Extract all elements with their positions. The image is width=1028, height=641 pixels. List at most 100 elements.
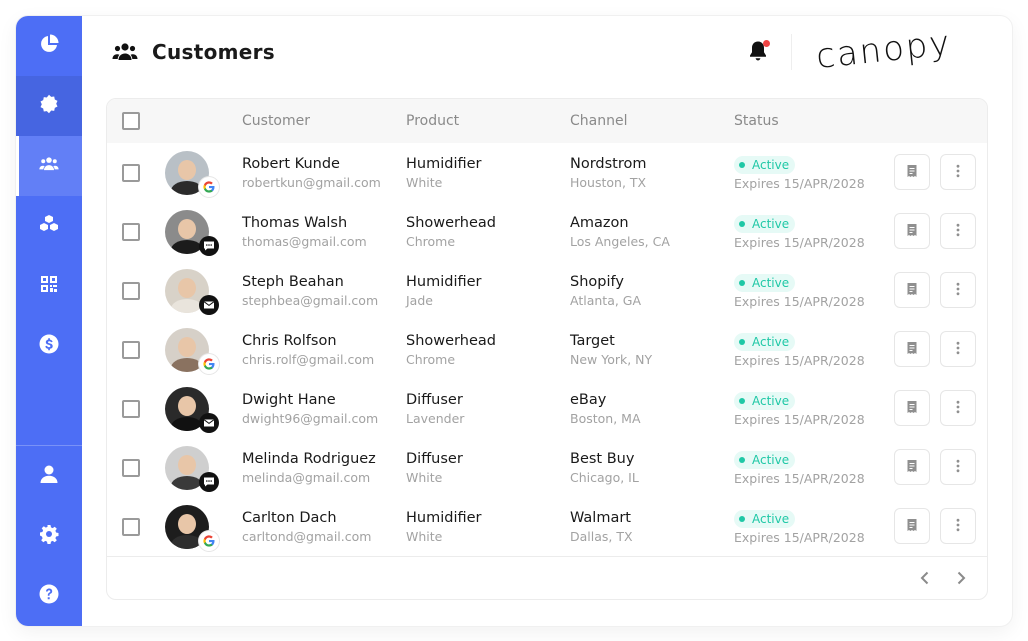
channel-location: Boston, MA (570, 410, 641, 426)
customer-name[interactable]: Thomas Walsh (242, 213, 406, 233)
more-options-button[interactable] (940, 154, 976, 190)
sidebar-item-cubes[interactable] (16, 196, 82, 256)
row-checkbox[interactable] (122, 281, 140, 300)
sidebar-item-dollar-circle[interactable] (16, 316, 82, 376)
sidebar-item-qr-code[interactable] (16, 256, 82, 316)
more-options-button[interactable] (940, 331, 976, 367)
customer-name[interactable]: Carlton Dach (242, 508, 406, 528)
more-options-button[interactable] (940, 390, 976, 426)
channel-location: Houston, TX (570, 174, 647, 190)
column-header-product[interactable]: Product (406, 113, 570, 129)
avatar-face (178, 454, 196, 475)
channel-location: Dallas, TX (570, 528, 633, 544)
more-options-button[interactable] (940, 213, 976, 249)
avatar-face (178, 513, 196, 534)
row-checkbox[interactable] (122, 163, 140, 182)
more-options-button[interactable] (940, 508, 976, 544)
table-row[interactable]: Robert Kunde robertkun@gmail.com Humidif… (107, 143, 987, 202)
row-checkbox[interactable] (122, 222, 140, 241)
customer-cell: Dwight Hane dwight96@gmail.com (242, 390, 406, 428)
row-checkbox[interactable] (122, 458, 140, 477)
customer-name[interactable]: Melinda Rodriguez (242, 449, 406, 469)
chat-icon (199, 471, 219, 492)
customer-name[interactable]: Dwight Hane (242, 390, 406, 410)
row-checkbox[interactable] (122, 517, 140, 536)
table-row[interactable]: Carlton Dach carltond@gmail.com Humidifi… (107, 497, 987, 556)
status-cell: Active Expires 15/APR/2028 (734, 507, 894, 547)
status-cell: Active Expires 15/APR/2028 (734, 271, 894, 311)
table-row[interactable]: Dwight Hane dwight96@gmail.com Diffuser … (107, 379, 987, 438)
product-name: Showerhead (406, 214, 496, 231)
channel-cell: Nordstrom Houston, TX (570, 154, 734, 192)
sidebar-item-gear[interactable] (16, 506, 82, 566)
row-checkbox[interactable] (122, 399, 140, 418)
view-receipt-button[interactable] (894, 154, 930, 190)
view-receipt-button[interactable] (894, 390, 930, 426)
customer-name[interactable]: Chris Rolfson (242, 331, 406, 351)
channel-name: Amazon (570, 214, 629, 231)
brand-logo: canopy (814, 23, 954, 77)
table-row[interactable]: Steph Beahan stephbea@gmail.com Humidifi… (107, 261, 987, 320)
google-icon (199, 353, 219, 374)
sidebar-item-users[interactable] (16, 136, 82, 196)
google-icon (199, 176, 219, 197)
column-header-customer[interactable]: Customer (242, 113, 406, 129)
customer-cell: Chris Rolfson chris.rolf@gmail.com (242, 331, 406, 369)
more-options-button[interactable] (940, 449, 976, 485)
more-options-button[interactable] (940, 272, 976, 308)
status-dot (739, 397, 745, 404)
sidebar-item-badge-star[interactable] (16, 76, 82, 136)
prev-page-button[interactable] (917, 569, 933, 587)
product-variant: White (406, 469, 443, 485)
more-vertical-icon (951, 399, 965, 418)
status-dot (739, 279, 745, 286)
product-cell: Humidifier Jade (406, 272, 570, 310)
status-badge: Active (734, 391, 796, 410)
customer-cell: Thomas Walsh thomas@gmail.com (242, 213, 406, 251)
status-label: Active (752, 511, 790, 526)
view-receipt-button[interactable] (894, 272, 930, 308)
table-header: Customer Product Channel Status (107, 99, 987, 143)
table-row[interactable]: Melinda Rodriguez melinda@gmail.com Diff… (107, 438, 987, 497)
channel-cell: Shopify Atlanta, GA (570, 272, 734, 310)
view-receipt-button[interactable] (894, 508, 930, 544)
receipt-icon (905, 399, 919, 418)
status-label: Active (752, 157, 790, 172)
status-dot (739, 338, 745, 345)
customer-name[interactable]: Robert Kunde (242, 154, 406, 174)
select-all-checkbox[interactable] (122, 112, 140, 130)
status-expiry: Expires 15/APR/2028 (734, 411, 865, 427)
channel-location: New York, NY (570, 351, 653, 367)
product-name: Diffuser (406, 450, 463, 467)
product-name: Humidifier (406, 273, 482, 290)
next-page-button[interactable] (953, 569, 969, 587)
avatar-face (178, 395, 196, 416)
sidebar-item-pie-chart[interactable] (16, 16, 82, 76)
receipt-icon (905, 517, 919, 536)
column-header-status[interactable]: Status (734, 113, 894, 129)
cubes-icon (39, 214, 59, 238)
row-actions (894, 449, 976, 485)
status-dot (739, 161, 745, 168)
row-checkbox[interactable] (122, 340, 140, 359)
row-select-cell (107, 340, 165, 359)
column-header-channel[interactable]: Channel (570, 113, 734, 129)
help-icon (39, 584, 59, 608)
product-cell: Diffuser White (406, 449, 570, 487)
sidebar (16, 16, 82, 626)
sidebar-item-help[interactable] (16, 566, 82, 626)
view-receipt-button[interactable] (894, 213, 930, 249)
header-divider (791, 34, 792, 70)
status-badge: Active (734, 450, 796, 469)
row-actions (894, 272, 976, 308)
customer-name[interactable]: Steph Beahan (242, 272, 406, 292)
table-row[interactable]: Chris Rolfson chris.rolf@gmail.com Showe… (107, 320, 987, 379)
view-receipt-button[interactable] (894, 449, 930, 485)
customer-avatar-wrap (165, 504, 242, 551)
notifications-button[interactable] (748, 40, 772, 64)
view-receipt-button[interactable] (894, 331, 930, 367)
table-row[interactable]: Thomas Walsh thomas@gmail.com Showerhead… (107, 202, 987, 261)
customer-email: chris.rolf@gmail.com (242, 351, 375, 367)
sidebar-item-user[interactable] (16, 446, 82, 506)
row-select-cell (107, 399, 165, 418)
